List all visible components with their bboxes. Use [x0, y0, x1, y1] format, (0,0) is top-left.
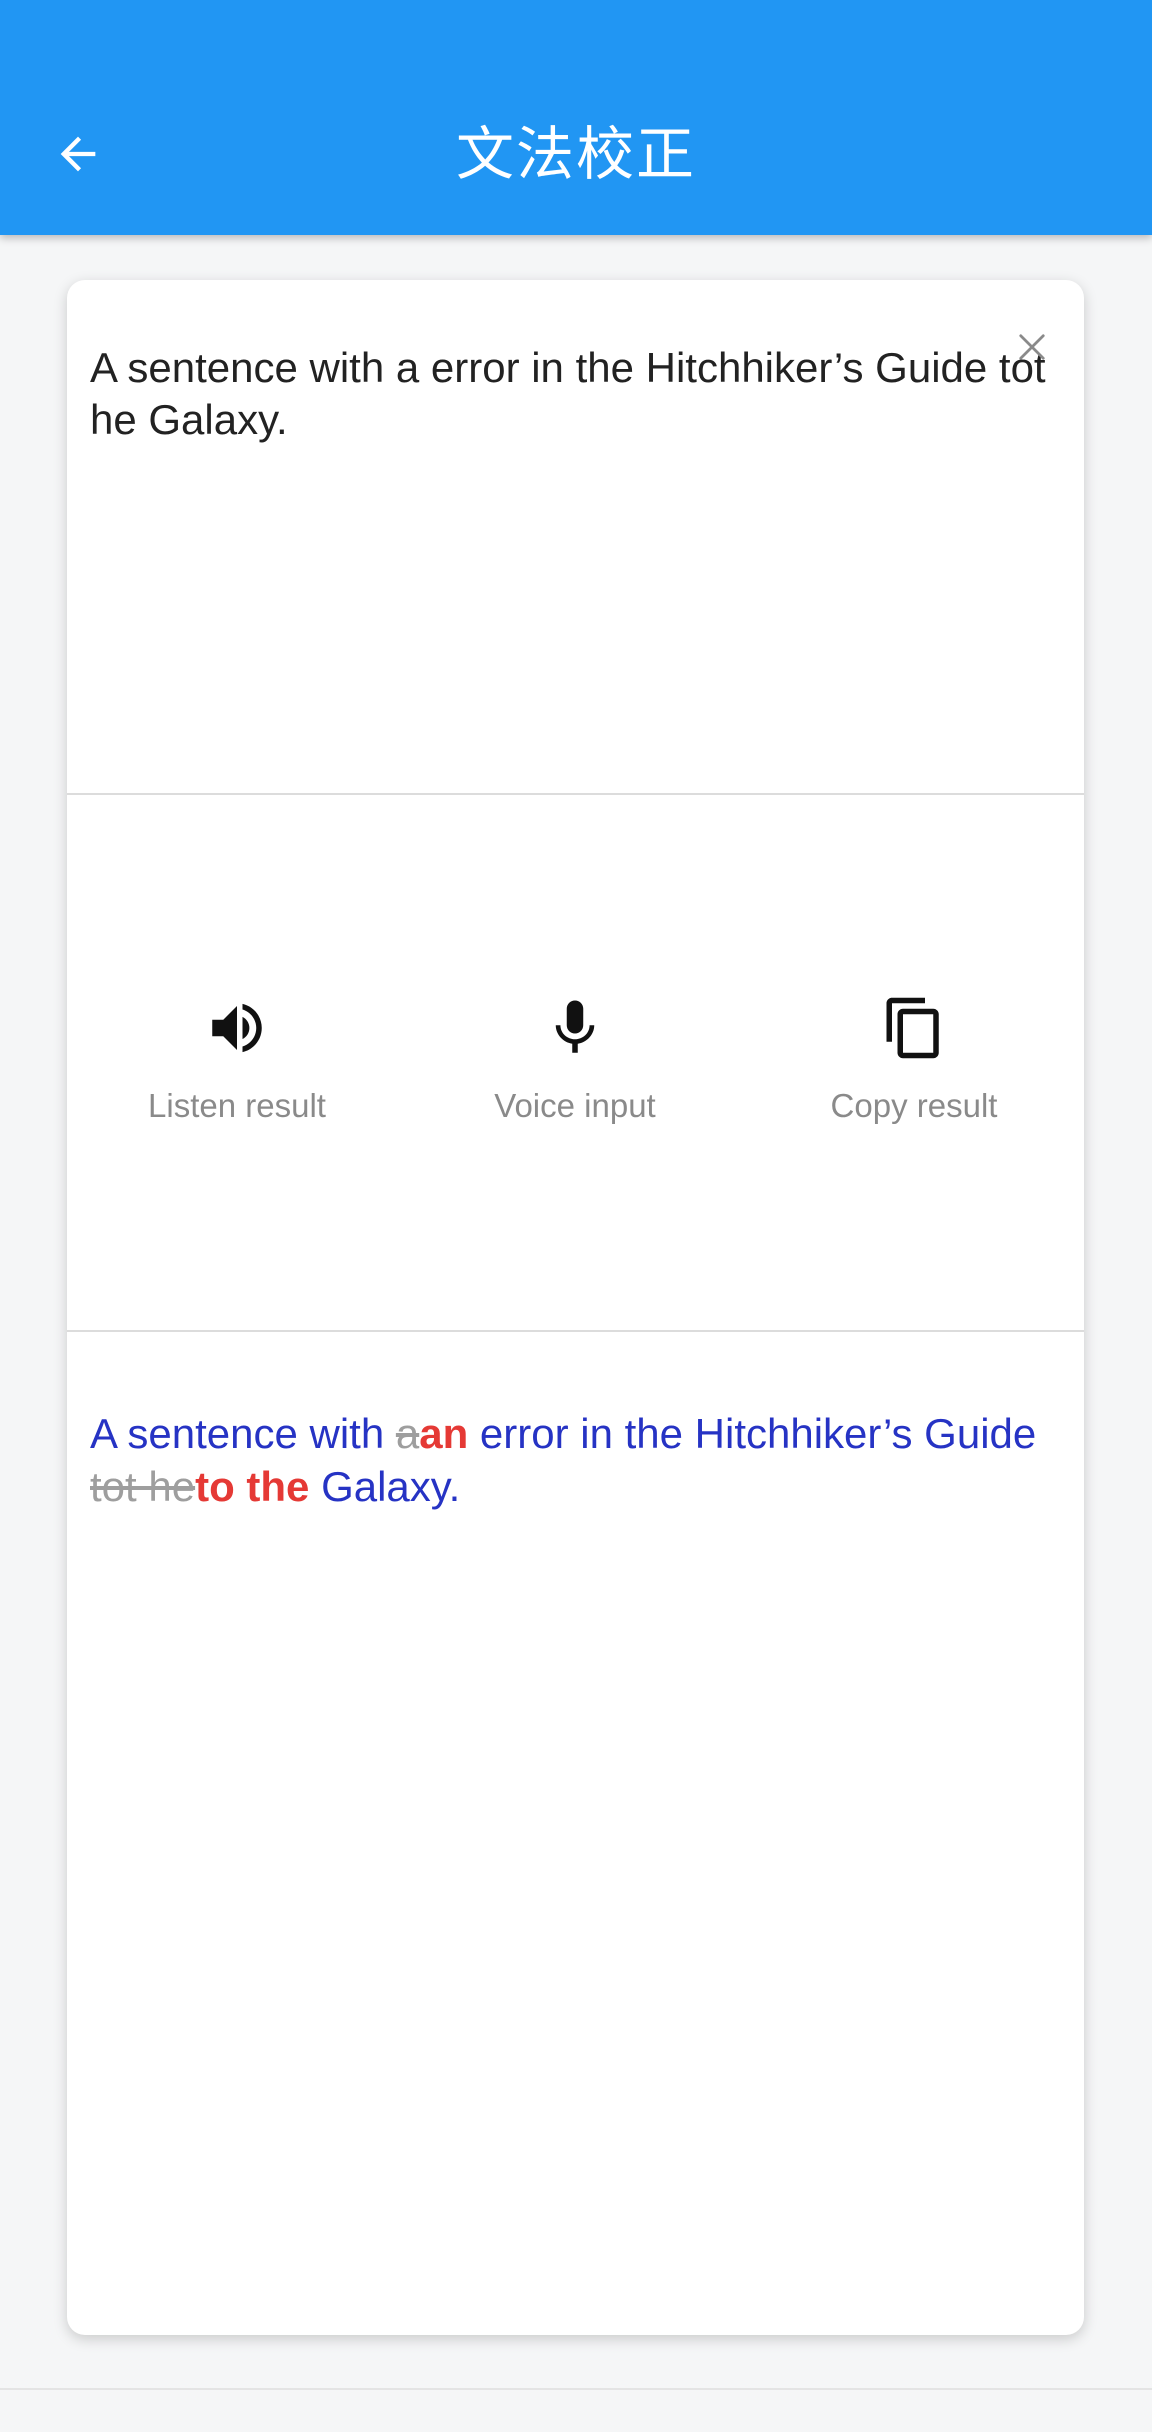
voice-input-label: Voice input — [494, 1087, 656, 1124]
input-text-field[interactable]: A sentence with a error in the Hitchhike… — [90, 342, 1084, 446]
result-text-segment: error in the Hitchhiker’s Guide — [468, 1410, 1037, 1457]
clear-button[interactable] — [1010, 325, 1054, 369]
grammar-card: A sentence with a error in the Hitchhike… — [67, 280, 1084, 2335]
microphone-icon — [555, 1000, 595, 1053]
listen-result-label: Listen result — [148, 1087, 326, 1124]
result-text: A sentence with aan error in the Hitchhi… — [90, 1407, 1065, 1513]
voice-input-button[interactable]: Voice input — [425, 795, 725, 1330]
copy-icon — [886, 997, 939, 1059]
page-title: 文法校正 — [455, 120, 696, 188]
input-section: A sentence with a error in the Hitchhike… — [67, 280, 1084, 793]
bottom-divider — [0, 2388, 1152, 2390]
copy-result-button[interactable]: Copy result — [764, 795, 1064, 1330]
speaker-icon — [212, 1003, 262, 1053]
deleted-text: tot he — [90, 1463, 196, 1510]
inserted-text: an — [419, 1410, 469, 1457]
result-section: A sentence with aan error in the Hitchhi… — [67, 1332, 1084, 2335]
app-bar: 文法校正 — [0, 0, 1152, 235]
action-bar: Listen result Voice input Copy result — [67, 795, 1084, 1330]
result-text-segment: A sentence with — [90, 1410, 396, 1457]
inserted-text: to the — [195, 1463, 310, 1510]
listen-result-button[interactable]: Listen result — [87, 795, 387, 1330]
deleted-text: a — [395, 1410, 420, 1457]
copy-result-label: Copy result — [830, 1087, 998, 1124]
result-text-segment: Galaxy. — [309, 1463, 461, 1510]
close-icon — [1019, 334, 1045, 360]
